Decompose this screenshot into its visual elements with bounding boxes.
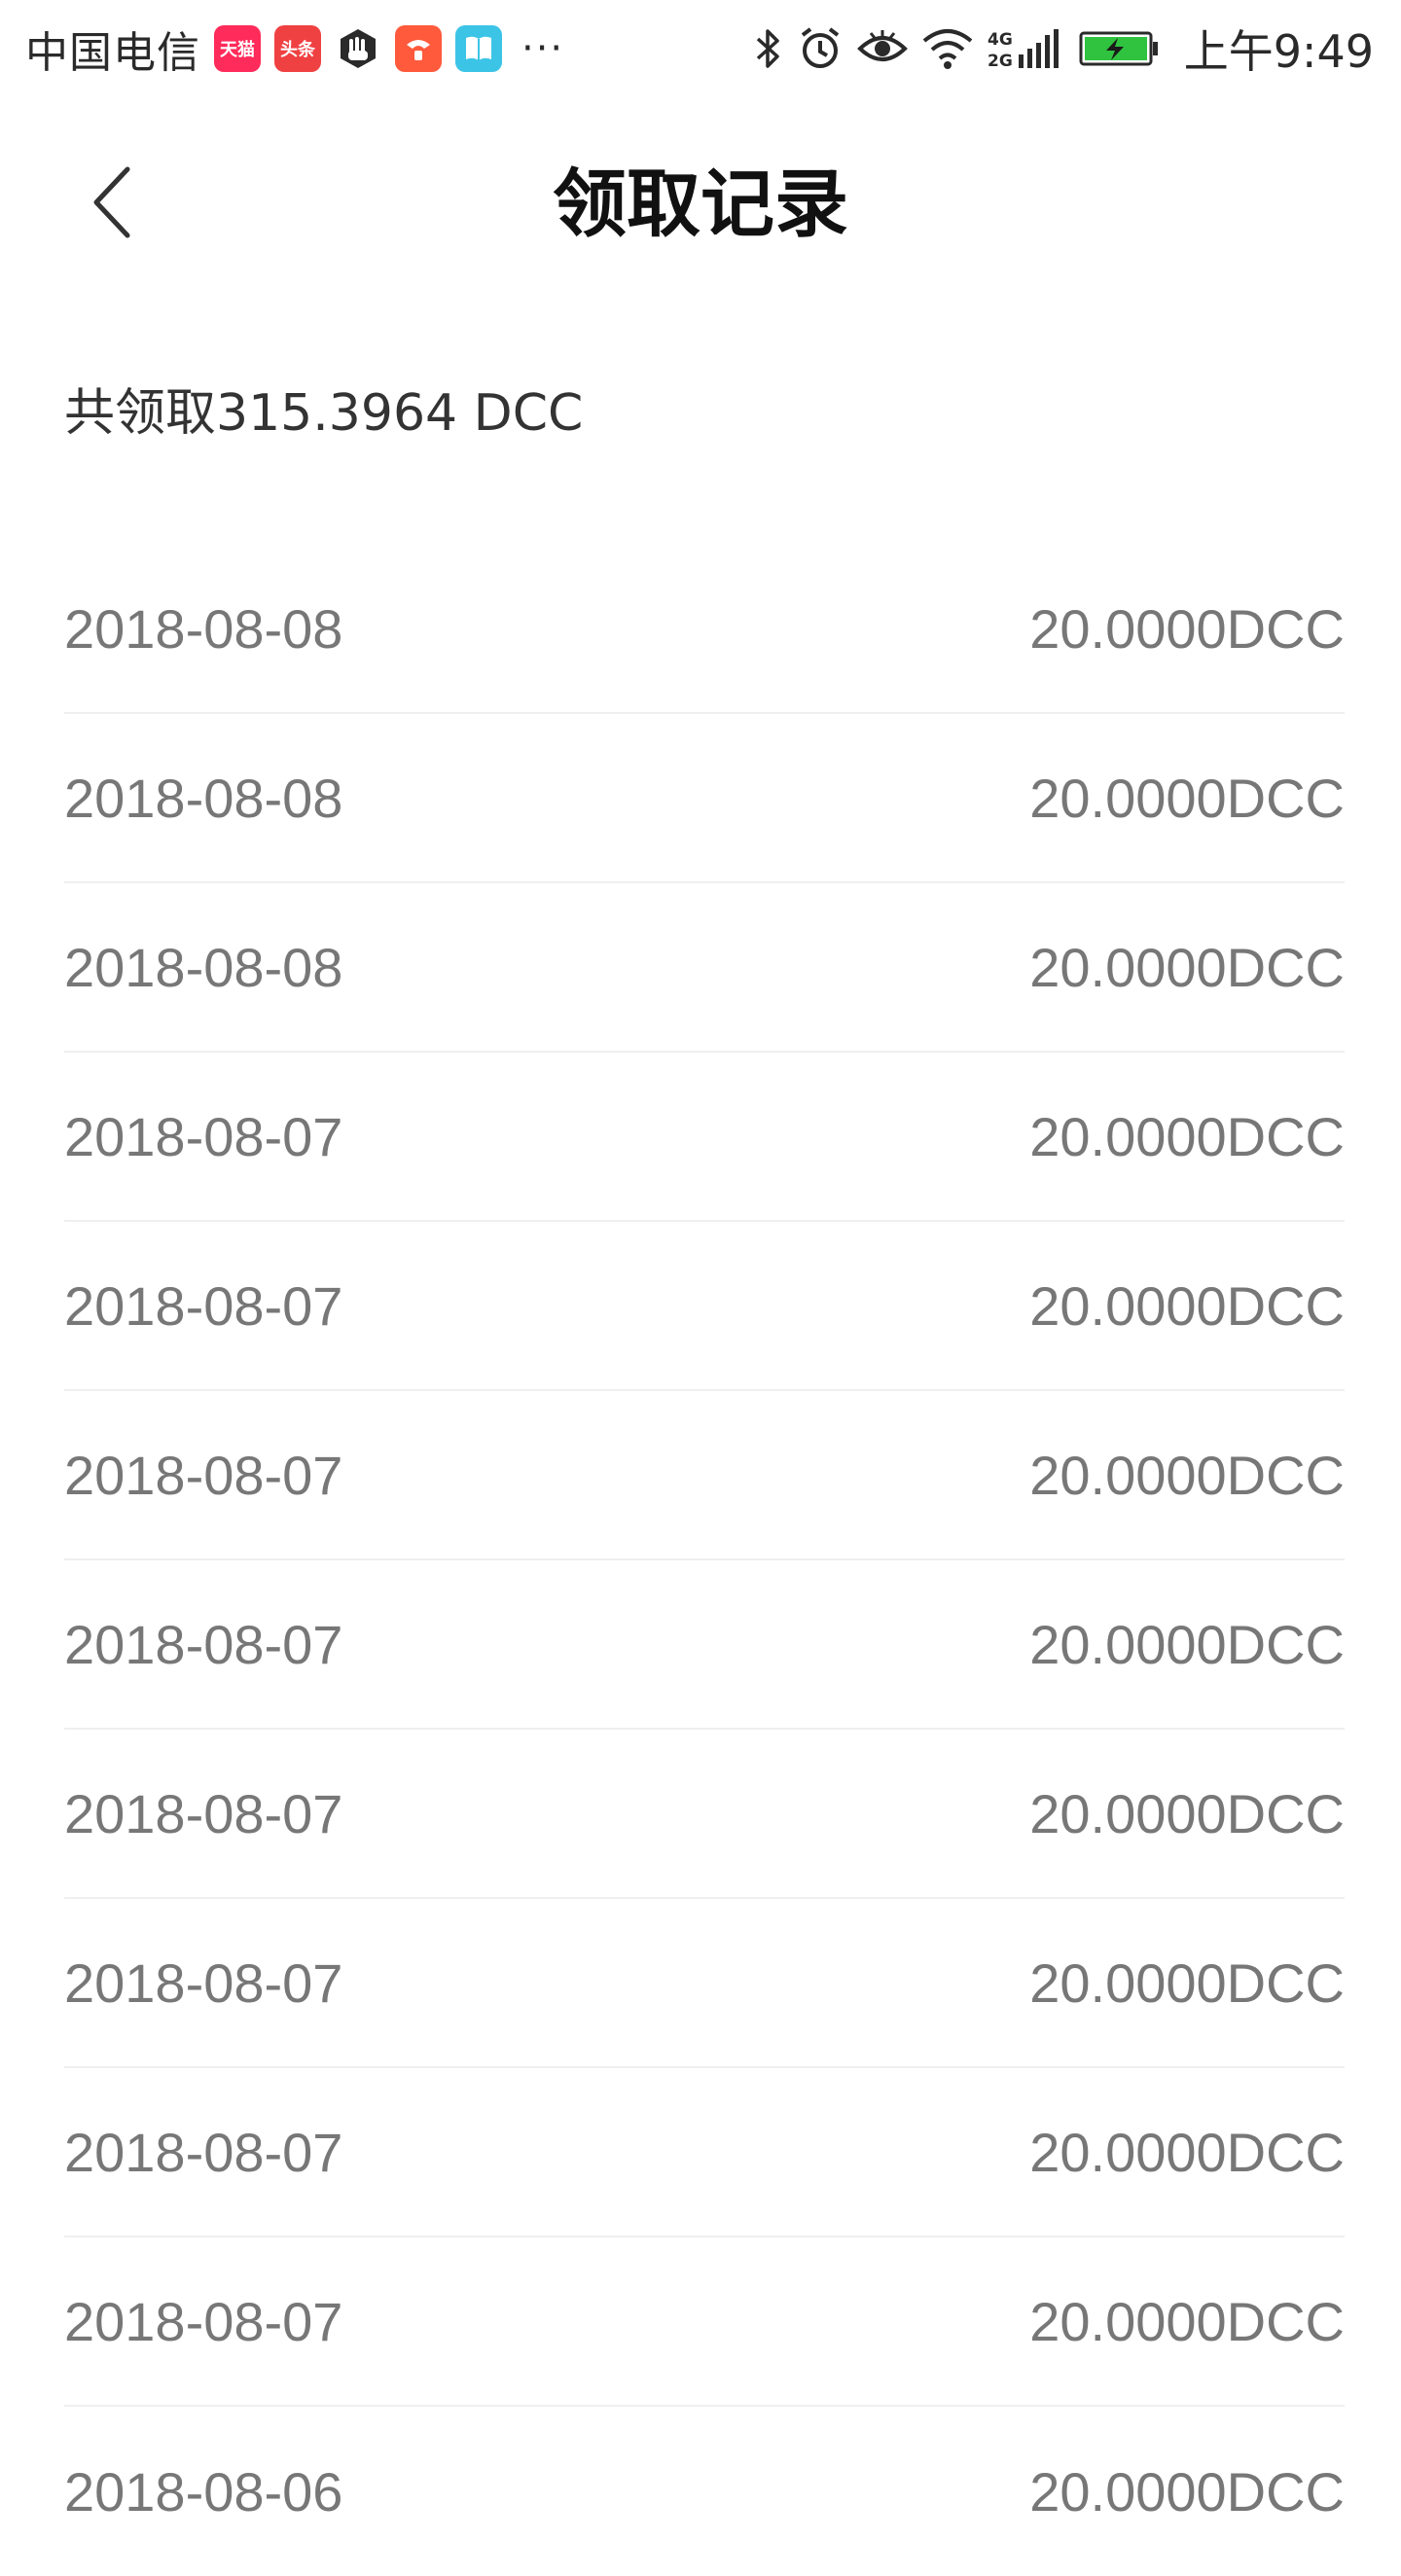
record-amount: 20.0000DCC bbox=[1029, 767, 1345, 829]
tmall-icon: 天猫 bbox=[214, 25, 261, 72]
more-notifications-icon: ··· bbox=[521, 26, 565, 71]
list-item: 2018-08-06 20.0000DCC bbox=[64, 2407, 1345, 2576]
record-date: 2018-08-07 bbox=[64, 1105, 343, 1167]
record-amount: 20.0000DCC bbox=[1029, 1782, 1345, 1844]
record-date: 2018-08-07 bbox=[64, 1782, 343, 1844]
record-amount: 20.0000DCC bbox=[1029, 597, 1345, 660]
book-icon bbox=[455, 25, 502, 72]
list-item: 2018-08-07 20.0000DCC bbox=[64, 1560, 1345, 1730]
signal-icon: 4G 2G bbox=[988, 19, 1065, 78]
record-amount: 20.0000DCC bbox=[1029, 2290, 1345, 2352]
record-amount: 20.0000DCC bbox=[1029, 1613, 1345, 1675]
bluetooth-icon bbox=[754, 19, 783, 78]
status-right: 4G 2G 上午9:49 bbox=[754, 17, 1374, 81]
record-date: 2018-08-07 bbox=[64, 1613, 343, 1675]
list-item: 2018-08-07 20.0000DCC bbox=[64, 2068, 1345, 2237]
list-item: 2018-08-07 20.0000DCC bbox=[64, 1222, 1345, 1391]
record-amount: 20.0000DCC bbox=[1029, 1951, 1345, 2014]
record-amount: 20.0000DCC bbox=[1029, 936, 1345, 998]
svg-text:4G: 4G bbox=[988, 30, 1013, 50]
list-item: 2018-08-08 20.0000DCC bbox=[64, 883, 1345, 1053]
list-item: 2018-08-08 20.0000DCC bbox=[64, 714, 1345, 883]
record-amount: 20.0000DCC bbox=[1029, 2121, 1345, 2183]
record-date: 2018-08-08 bbox=[64, 936, 343, 998]
record-date: 2018-08-08 bbox=[64, 597, 343, 660]
battery-charging-icon bbox=[1079, 19, 1161, 78]
list-item: 2018-08-07 20.0000DCC bbox=[64, 1899, 1345, 2068]
status-bar: 中国电信 天猫 头条 ··· 4G 2G 上午9:49 bbox=[0, 0, 1401, 97]
record-amount: 20.0000DCC bbox=[1029, 1105, 1345, 1167]
hand-icon bbox=[335, 25, 381, 72]
list-item: 2018-08-07 20.0000DCC bbox=[64, 2237, 1345, 2407]
records-list: 2018-08-08 20.0000DCC 2018-08-08 20.0000… bbox=[64, 545, 1345, 2576]
wifi-icon bbox=[921, 19, 974, 78]
record-date: 2018-08-08 bbox=[64, 767, 343, 829]
svg-text:2G: 2G bbox=[988, 52, 1013, 71]
record-amount: 20.0000DCC bbox=[1029, 2460, 1345, 2522]
record-date: 2018-08-07 bbox=[64, 1274, 343, 1337]
status-time: 上午9:49 bbox=[1183, 25, 1374, 78]
list-item: 2018-08-08 20.0000DCC bbox=[64, 545, 1345, 714]
record-date: 2018-08-06 bbox=[64, 2460, 343, 2522]
record-date: 2018-08-07 bbox=[64, 1444, 343, 1506]
record-date: 2018-08-07 bbox=[64, 1951, 343, 2014]
list-item: 2018-08-07 20.0000DCC bbox=[64, 1053, 1345, 1222]
total-received-summary: 共领取315.3964 DCC bbox=[64, 384, 584, 443]
list-item: 2018-08-07 20.0000DCC bbox=[64, 1391, 1345, 1560]
record-date: 2018-08-07 bbox=[64, 2290, 343, 2352]
toutiao-icon: 头条 bbox=[274, 25, 321, 72]
page-title: 领取记录 bbox=[553, 161, 848, 247]
carrier-name: 中国电信 bbox=[25, 28, 200, 78]
list-item: 2018-08-07 20.0000DCC bbox=[64, 1730, 1345, 1899]
jd-icon bbox=[395, 25, 442, 72]
eye-icon bbox=[856, 19, 908, 78]
status-left: 中国电信 天猫 头条 ··· bbox=[25, 18, 564, 80]
alarm-icon bbox=[797, 19, 844, 78]
record-amount: 20.0000DCC bbox=[1029, 1444, 1345, 1506]
nav-bar: 领取记录 bbox=[0, 117, 1401, 292]
record-date: 2018-08-07 bbox=[64, 2121, 343, 2183]
record-amount: 20.0000DCC bbox=[1029, 1274, 1345, 1337]
